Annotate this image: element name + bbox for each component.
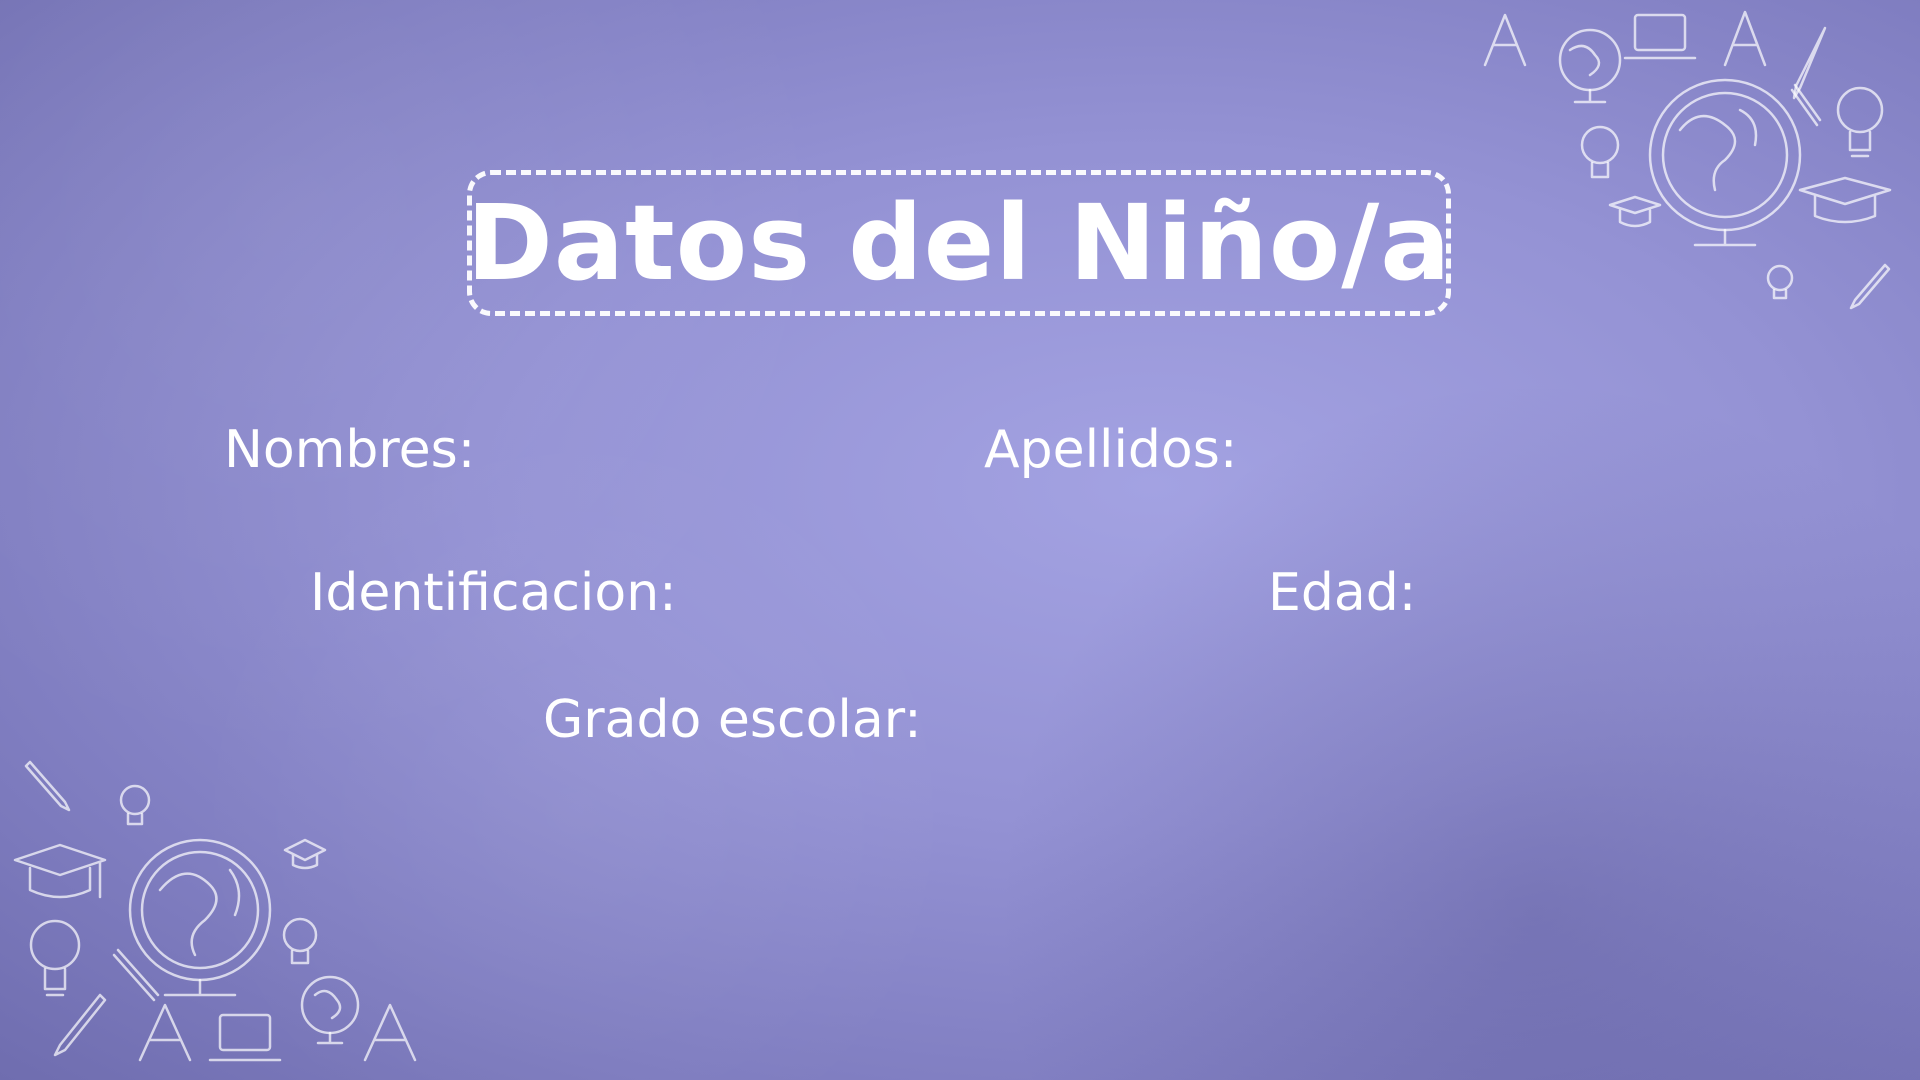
light-bulb-icon [1580,125,1620,179]
graduation-cap-icon [1798,176,1892,224]
light-bulb-icon [29,919,81,997]
pencil-icon [1849,263,1891,310]
pencil-icon [1792,26,1827,100]
pencil-icon [24,760,71,812]
graduation-cap-icon [1608,195,1662,228]
letter-a-icon [138,1003,192,1062]
letter-a-icon [363,1003,417,1062]
light-bulb-icon [1836,86,1884,158]
top-right-doodles [1483,10,1892,310]
edad-label: Edad: [1268,563,1417,623]
page-title: Datos del Niño/a [466,182,1452,304]
letter-a-icon [1723,10,1767,67]
globe-icon [300,975,360,1045]
bottom-left-doodles [13,760,417,1062]
nombres-label: Nombres: [224,420,476,480]
letter-a-icon [1483,13,1527,67]
globe-icon [1558,28,1622,104]
laptop-icon [208,1013,282,1062]
laptop-icon [1623,13,1697,60]
light-bulb-icon [1766,264,1794,300]
title-frame: Datos del Niño/a [467,170,1451,316]
light-bulb-icon [282,917,318,965]
identificacion-label: Identificacion: [310,563,677,623]
light-bulb-icon [119,784,151,826]
apellidos-label: Apellidos: [984,420,1238,480]
globe-icon [128,838,272,997]
graduation-cap-icon [283,838,327,870]
pencil-icon [53,993,107,1057]
pencil-icon [112,948,160,1002]
globe-icon [1648,78,1802,247]
graduation-cap-icon [13,843,107,899]
grado-escolar-label: Grado escolar: [543,690,922,750]
